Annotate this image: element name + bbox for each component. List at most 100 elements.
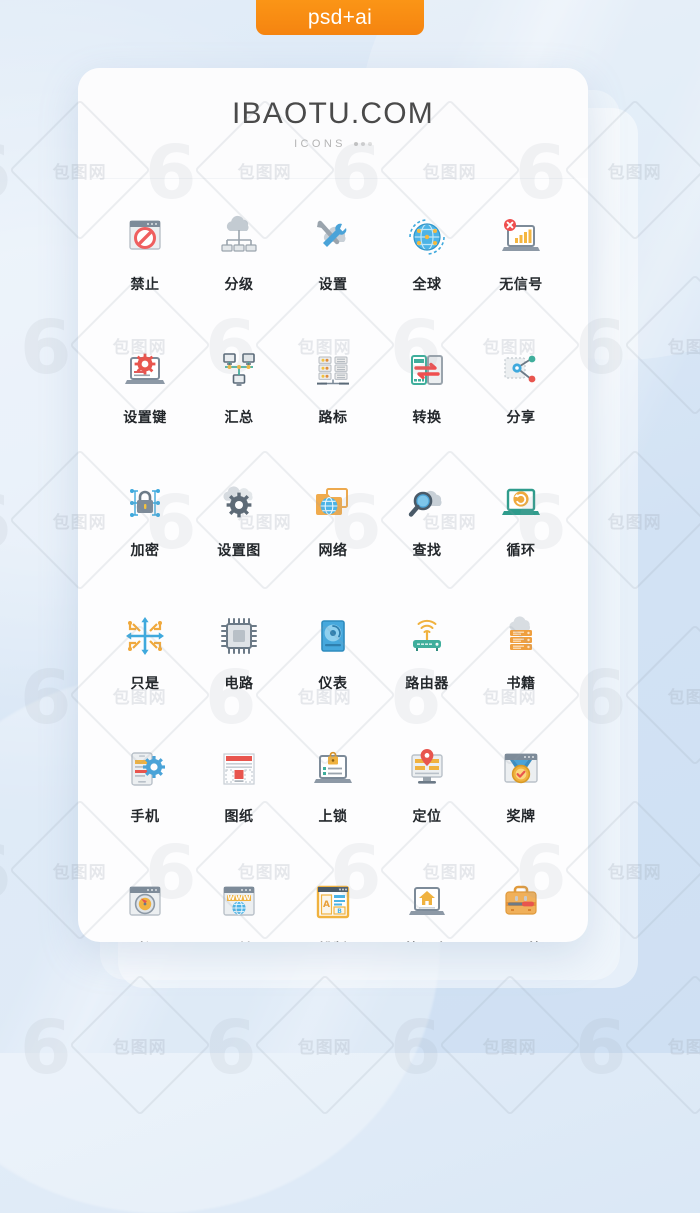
icon-label: 分级 <box>224 277 254 293</box>
icon-label: 定位 <box>412 809 442 825</box>
watermark-logo: 6 <box>0 130 12 216</box>
icon-label: 只是 <box>130 676 160 692</box>
icon-label: 书籍 <box>506 676 536 692</box>
icon-cell[interactable]: 设置 <box>286 211 380 326</box>
server-rack-icon <box>307 344 359 396</box>
icon-cell[interactable]: 循环 <box>474 477 568 592</box>
watermark-logo: 6 <box>20 305 72 391</box>
icon-cell[interactable]: 仪表 <box>286 610 380 725</box>
subtitle-text: ICONS <box>294 137 346 150</box>
computers-network-icon <box>213 344 265 396</box>
icon-cell[interactable]: 加密 <box>98 477 192 592</box>
icon-cell[interactable]: 时间 <box>98 876 192 942</box>
psd-ai-badge: psd+ai <box>256 0 424 35</box>
watermark-text: 包图网 <box>668 1037 700 1058</box>
cloud-gear-icon <box>213 477 265 529</box>
icon-cell[interactable]: A B 排版 <box>286 876 380 942</box>
icon-label: 全球 <box>412 277 442 293</box>
mobile-settings-icon <box>119 743 171 795</box>
icon-cell[interactable]: 手机 <box>98 743 192 858</box>
icon-label: 工具箱 <box>499 939 543 942</box>
laptop-no-signal-icon <box>495 211 547 263</box>
watermark-logo: 6 <box>575 1005 627 1091</box>
icon-label: 转换 <box>412 410 442 426</box>
icon-cell[interactable]: WWW 网址 <box>192 876 286 942</box>
watermark-text: 包图网 <box>483 1037 537 1058</box>
icon-cell[interactable]: 只是 <box>98 610 192 725</box>
icon-label: 查找 <box>412 543 442 559</box>
icon-cell[interactable]: 网络 <box>286 477 380 592</box>
icon-label: 设置图 <box>217 543 261 559</box>
icon-cell[interactable]: 转换 <box>380 344 474 459</box>
cloud-search-icon <box>401 477 453 529</box>
svg-text:B: B <box>337 908 342 915</box>
dots-icon <box>353 141 372 146</box>
arrows-cross-icon <box>119 610 171 662</box>
icon-cell[interactable]: 全球 <box>380 211 474 326</box>
laptop-loop-icon <box>495 477 547 529</box>
layout-typography-icon: A B <box>307 876 359 928</box>
icon-cell[interactable]: 上锁 <box>286 743 380 858</box>
cpu-chip-icon <box>213 610 265 662</box>
brand-title: IBAOTU.COM <box>231 96 434 130</box>
icon-label: 网络 <box>318 543 348 559</box>
icon-cell[interactable]: 查找 <box>380 477 474 592</box>
icon-label: 排版 <box>319 939 348 942</box>
folder-globe-icon <box>307 477 359 529</box>
icon-label: 设置键 <box>123 410 167 426</box>
icon-cell[interactable]: 分享 <box>474 344 568 459</box>
icon-label: 仪表 <box>318 676 348 692</box>
icon-label: 设置 <box>318 277 348 293</box>
icon-cell[interactable]: 设置图 <box>192 477 286 592</box>
monitor-location-icon <box>401 743 453 795</box>
global-network-icon <box>401 211 453 263</box>
browser-www-icon: WWW <box>213 876 265 928</box>
icon-label: 循环 <box>506 543 536 559</box>
svg-text:WWW: WWW <box>227 894 250 902</box>
blueprint-layout-icon <box>213 743 265 795</box>
cloud-server-stack-icon <box>495 610 547 662</box>
icon-cell[interactable]: 设置键 <box>98 344 192 459</box>
browser-medal-icon <box>495 743 547 795</box>
icon-label: 笔记本 <box>405 939 449 942</box>
icon-set-card: IBAOTU.COM ICONS 禁止 分级 设置 全球 无信号 设置键 汇总 … <box>78 68 588 942</box>
icon-label: 网址 <box>225 939 254 942</box>
icon-cell[interactable]: 汇总 <box>192 344 286 459</box>
browser-clock-icon <box>119 876 171 928</box>
laptop-home-icon <box>401 876 453 928</box>
icon-label: 奖牌 <box>506 809 536 825</box>
watermark-mark: 包图网 <box>439 974 581 1116</box>
icon-label: 手机 <box>130 809 160 825</box>
phone-transfer-icon <box>401 344 453 396</box>
icon-cell[interactable]: 奖牌 <box>474 743 568 858</box>
icon-label: 电路 <box>224 676 254 692</box>
svg-text:A: A <box>323 900 330 910</box>
icon-cell[interactable]: 电路 <box>192 610 286 725</box>
icon-label: 加密 <box>130 543 160 559</box>
icon-cell[interactable]: 定位 <box>380 743 474 858</box>
card-subtitle: ICONS <box>294 138 372 150</box>
icon-label: 路由器 <box>405 676 449 692</box>
icon-cell[interactable]: 禁止 <box>98 211 192 326</box>
watermark-logo: 6 <box>0 480 12 566</box>
icon-cell[interactable]: 书籍 <box>474 610 568 725</box>
icon-label: 禁止 <box>130 277 160 293</box>
watermark-mark: 包图网 <box>624 974 700 1116</box>
icon-cell[interactable]: 图纸 <box>192 743 286 858</box>
icon-label: 分享 <box>506 410 536 426</box>
cloud-hierarchy-icon <box>213 211 265 263</box>
icon-cell[interactable]: 无信号 <box>474 211 568 326</box>
icon-grid: 禁止 分级 设置 全球 无信号 设置键 汇总 路标 转换 分享 加密 设置图 网… <box>78 179 588 942</box>
icon-cell[interactable]: 工具箱 <box>474 876 568 942</box>
icon-cell[interactable]: 路由器 <box>380 610 474 725</box>
card-header: IBAOTU.COM ICONS <box>78 68 588 178</box>
icon-cell[interactable]: 分级 <box>192 211 286 326</box>
watermark-text: 包图网 <box>668 687 700 708</box>
lock-encryption-icon <box>119 477 171 529</box>
icon-label: 时间 <box>131 939 160 942</box>
icon-cell[interactable]: 路标 <box>286 344 380 459</box>
router-wifi-icon <box>401 610 453 662</box>
icon-cell[interactable]: 笔记本 <box>380 876 474 942</box>
share-nodes-icon <box>495 344 547 396</box>
cloud-tools-icon <box>307 211 359 263</box>
